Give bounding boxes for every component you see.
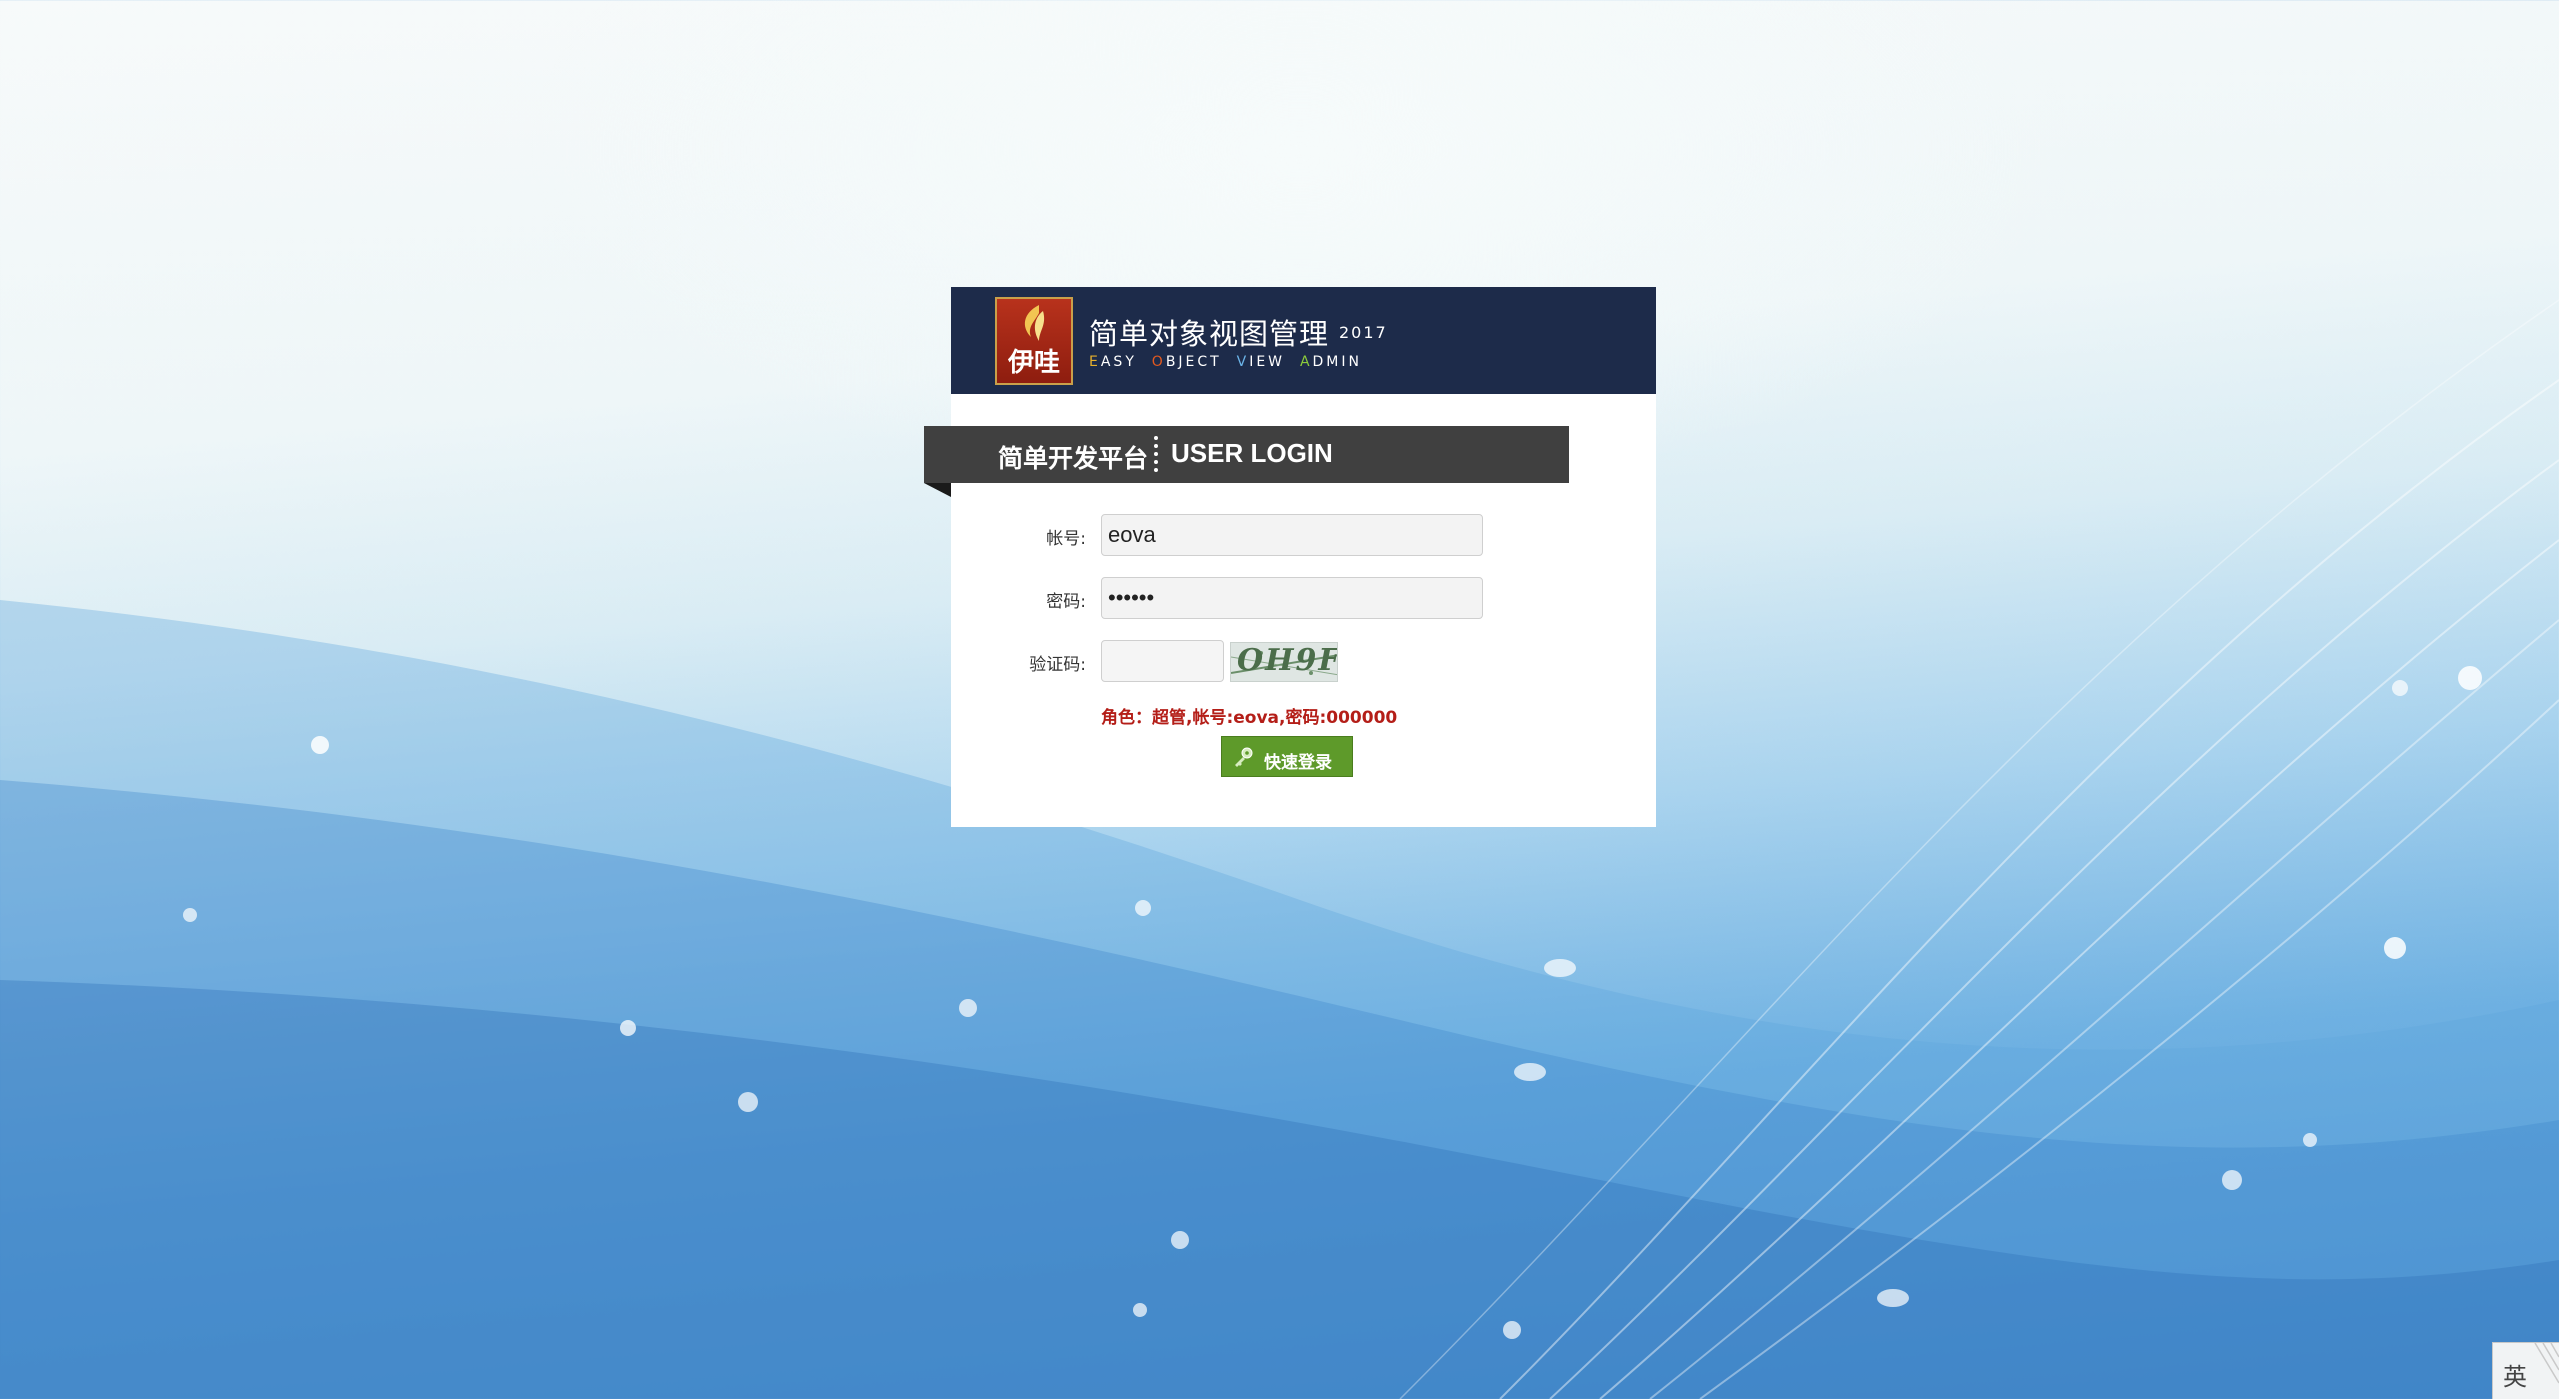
account-label: 帐号: [1046,529,1086,549]
resize-grip-icon [2534,1343,2559,1384]
captcha-input[interactable] [1101,640,1224,682]
login-panel: 伊哇 简单对象视图管理 2017 EASY OBJECT VIEW ADMIN … [951,287,1656,827]
quick-login-button[interactable]: 快速登录 [1221,736,1353,777]
app-subtitle: EASY OBJECT VIEW ADMIN [1089,354,1362,370]
flame-icon [1024,305,1045,341]
captcha-row: 验证码: OH9F [951,640,1656,682]
password-label: 密码: [1046,592,1086,612]
app-title: 简单对象视图管理 [1089,317,1330,351]
login-header: 伊哇 简单对象视图管理 2017 EASY OBJECT VIEW ADMIN [951,287,1656,394]
ribbon-divider [1154,436,1159,472]
quick-login-label: 快速登录 [1264,753,1332,772]
captcha-label: 验证码: [1029,655,1086,675]
password-row: 密码: [951,577,1656,619]
password-input[interactable] [1101,577,1483,619]
captcha-image[interactable]: OH9F [1230,642,1338,682]
key-icon [1235,747,1253,767]
ime-indicator[interactable]: 英 [2492,1342,2559,1399]
platform-label: 简单开发平台 [998,444,1149,473]
user-login-label: USER LOGIN [1171,438,1333,468]
logo: 伊哇 [995,297,1073,385]
captcha-text: OH9F [1237,643,1338,678]
app-year: 2017 [1339,323,1388,342]
logo-text: 伊哇 [1007,348,1060,378]
ime-language-label: 英 [2503,1363,2527,1391]
login-hint: 角色：超管,帐号:eova,密码:000000 [1101,708,1398,728]
account-row: 帐号: [951,514,1656,556]
ribbon-fold [924,483,951,497]
user-login-ribbon: 简单开发平台 USER LOGIN [924,426,1569,483]
account-input[interactable] [1101,514,1483,556]
